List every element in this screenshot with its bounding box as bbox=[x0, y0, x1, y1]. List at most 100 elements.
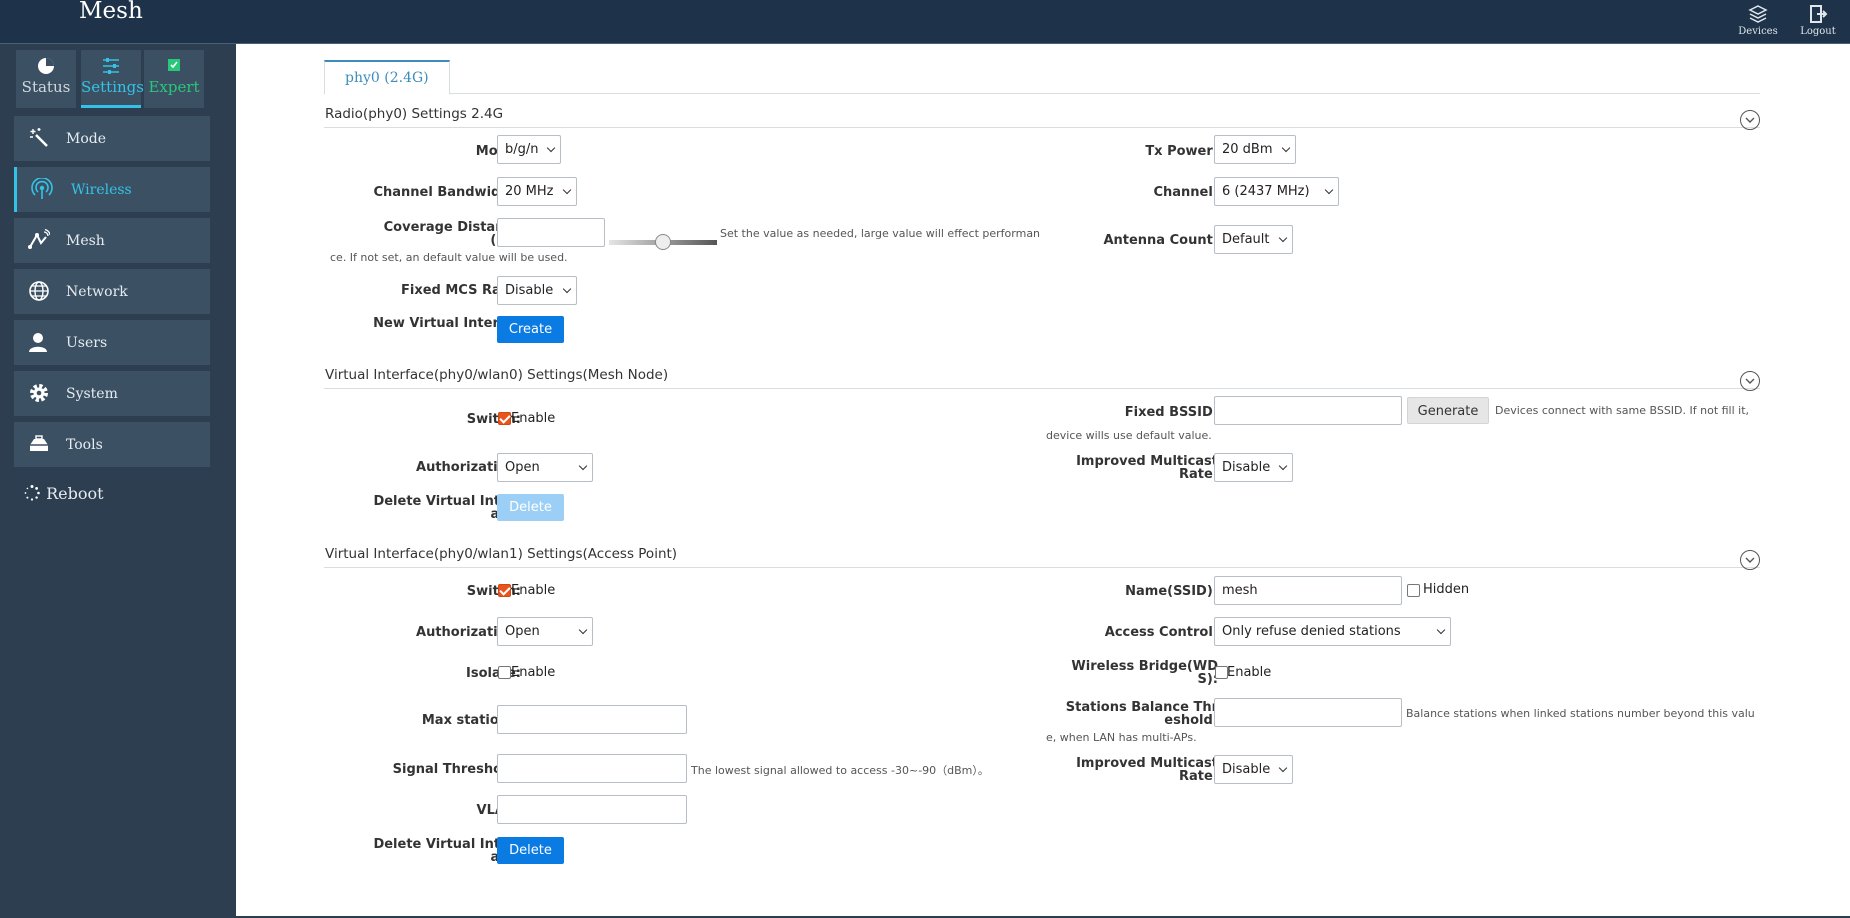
sidebar-item-users[interactable]: Users bbox=[14, 320, 210, 365]
wlan0-auth-select[interactable]: Open bbox=[497, 453, 593, 482]
channel-label: Channel: bbox=[1153, 185, 1218, 200]
isolate-text: Enable bbox=[511, 665, 556, 680]
toolbox-icon bbox=[30, 435, 48, 451]
create-button[interactable]: Create bbox=[497, 316, 564, 343]
txpower-label: Tx Power: bbox=[1145, 144, 1218, 159]
tab-expert-label: Expert bbox=[148, 78, 200, 96]
chevron-down-icon[interactable] bbox=[1740, 371, 1760, 391]
devices-label: Devices bbox=[1738, 26, 1778, 37]
sliders-icon bbox=[103, 58, 119, 74]
phy-tab-bar: phy0 (2.4G) bbox=[324, 60, 1760, 95]
hidden-text: Hidden bbox=[1423, 582, 1470, 597]
mesh-icon bbox=[28, 229, 50, 249]
balance-help-line1: Balance stations when linked stations nu… bbox=[1406, 707, 1755, 720]
sidebar-item-wireless[interactable]: Wireless bbox=[14, 167, 210, 212]
logout-label: Logout bbox=[1800, 26, 1836, 37]
slider-handle[interactable] bbox=[655, 234, 671, 250]
reboot-button[interactable]: Reboot bbox=[24, 484, 104, 503]
wlan0-multicast-select[interactable]: Disable bbox=[1214, 453, 1293, 482]
ssid-label: Name(SSID): bbox=[1125, 584, 1218, 599]
tab-status[interactable]: Status bbox=[16, 50, 76, 108]
generate-button[interactable]: Generate bbox=[1407, 397, 1489, 424]
signal-threshold-input[interactable] bbox=[497, 754, 687, 783]
wlan1-auth-value: Open bbox=[505, 624, 540, 639]
vlan-input[interactable] bbox=[497, 795, 687, 824]
sidebar-item-label: Users bbox=[66, 335, 108, 351]
chevron-down-icon[interactable] bbox=[1740, 110, 1760, 130]
balance-label-line2: eshold: bbox=[1164, 713, 1218, 728]
coverage-input[interactable] bbox=[497, 218, 605, 247]
gear-icon bbox=[30, 384, 48, 402]
sidebar-item-label: Tools bbox=[66, 437, 103, 453]
sidebar-item-tools[interactable]: Tools bbox=[14, 422, 210, 467]
mcs-select[interactable]: Disable bbox=[497, 276, 577, 305]
coverage-slider[interactable] bbox=[609, 232, 717, 252]
radio-section-header[interactable]: Radio(phy0) Settings 2.4G bbox=[324, 106, 1760, 130]
devices-button[interactable]: Devices bbox=[1733, 4, 1783, 37]
bandwidth-value: 20 MHz bbox=[505, 184, 554, 199]
max-stations-input[interactable] bbox=[497, 705, 687, 734]
isolate-checkbox[interactable] bbox=[498, 666, 511, 679]
bssid-label: Fixed BSSID: bbox=[1124, 405, 1218, 420]
layers-icon bbox=[1748, 5, 1768, 23]
section-title: Virtual Interface(phy0/wlan1) Settings(A… bbox=[325, 546, 678, 562]
logout-icon bbox=[1810, 5, 1828, 23]
spinner-icon bbox=[24, 485, 40, 501]
access-control-value: Only refuse denied stations bbox=[1222, 624, 1401, 639]
top-bar: Mesh Devices Logout bbox=[0, 0, 1850, 44]
wlan0-delete-button[interactable]: Delete bbox=[497, 494, 564, 521]
wlan0-section-header[interactable]: Virtual Interface(phy0/wlan0) Settings(M… bbox=[324, 367, 1760, 391]
wlan1-delete-button[interactable]: Delete bbox=[497, 837, 564, 864]
tab-expert[interactable]: Expert bbox=[144, 50, 204, 108]
txpower-select[interactable]: 20 dBm bbox=[1214, 135, 1296, 164]
chevron-down-icon[interactable] bbox=[1740, 550, 1760, 570]
mode-select[interactable]: b/g/n bbox=[497, 135, 561, 164]
app-title: Mesh bbox=[79, 0, 143, 24]
isolate-label: Isolate: bbox=[466, 666, 521, 681]
tab-phy0[interactable]: phy0 (2.4G) bbox=[324, 60, 450, 95]
wlan0-multicast-label-line2: Rate: bbox=[1178, 467, 1218, 482]
logout-button[interactable]: Logout bbox=[1793, 4, 1843, 37]
bssid-input[interactable] bbox=[1214, 396, 1402, 425]
tab-settings[interactable]: Settings bbox=[81, 50, 144, 108]
balance-help-line2: e, when LAN has multi-APs. bbox=[1046, 731, 1197, 744]
wlan1-section-header[interactable]: Virtual Interface(phy0/wlan1) Settings(A… bbox=[324, 546, 1760, 570]
bssid-help-line2: device wills use default value. bbox=[1046, 429, 1212, 442]
wds-label-line1: Wireless Bridge(WD bbox=[1071, 659, 1218, 674]
bssid-help-line1: Devices connect with same BSSID. If not … bbox=[1495, 404, 1750, 417]
sidebar-item-mesh[interactable]: Mesh bbox=[14, 218, 210, 263]
sidebar: Status Settings Expert Mode Wireless Mes… bbox=[0, 44, 236, 918]
sidebar-item-label: Mesh bbox=[66, 233, 105, 249]
sidebar-item-mode[interactable]: Mode bbox=[14, 116, 210, 161]
sidebar-item-label: Mode bbox=[66, 131, 107, 147]
ssid-input[interactable]: mesh bbox=[1214, 576, 1402, 605]
wlan0-switch-checkbox[interactable] bbox=[498, 412, 511, 425]
wds-label-line2: S): bbox=[1197, 672, 1218, 687]
globe-icon bbox=[29, 281, 49, 301]
wlan1-multicast-select[interactable]: Disable bbox=[1214, 755, 1293, 784]
magic-wand-icon bbox=[30, 128, 48, 147]
sidebar-item-label: System bbox=[66, 386, 118, 402]
sidebar-item-label: Network bbox=[66, 284, 128, 300]
coverage-help-line1: Set the value as needed, large value wil… bbox=[720, 227, 1041, 240]
antenna-select[interactable]: Default bbox=[1214, 225, 1293, 254]
access-control-select[interactable]: Only refuse denied stations bbox=[1214, 617, 1451, 646]
channel-select[interactable]: 6 (2437 MHz) bbox=[1214, 177, 1339, 206]
txpower-value: 20 dBm bbox=[1222, 142, 1273, 157]
section-title: Virtual Interface(phy0/wlan0) Settings(M… bbox=[325, 367, 669, 383]
wlan1-switch-label: Switch: bbox=[466, 584, 521, 599]
section-title: Radio(phy0) Settings 2.4G bbox=[325, 106, 504, 122]
hidden-checkbox[interactable] bbox=[1407, 584, 1420, 597]
wlan0-switch-text: Enable bbox=[511, 411, 556, 426]
bandwidth-select[interactable]: 20 MHz bbox=[497, 177, 577, 206]
mode-value: b/g/n bbox=[505, 142, 539, 157]
sidebar-item-system[interactable]: System bbox=[14, 371, 210, 416]
balance-input[interactable] bbox=[1214, 698, 1402, 727]
wlan1-switch-checkbox[interactable] bbox=[498, 584, 511, 597]
wlan0-multicast-value: Disable bbox=[1222, 460, 1271, 475]
sidebar-item-network[interactable]: Network bbox=[14, 269, 210, 314]
wlan1-auth-select[interactable]: Open bbox=[497, 617, 593, 646]
reboot-label: Reboot bbox=[46, 484, 104, 503]
antenna-label: Antenna Count: bbox=[1103, 233, 1218, 248]
wds-text: Enable bbox=[1227, 665, 1272, 680]
